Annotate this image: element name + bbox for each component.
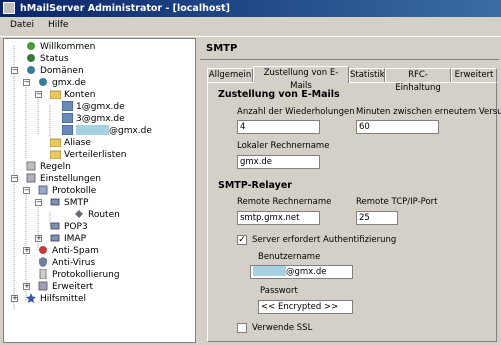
user-icon [61,124,74,136]
collapse-protocols-icon[interactable]: − [23,187,30,194]
folder-icon [49,89,62,100]
folder-icon [49,149,62,160]
tree-item-protocols[interactable]: Protokolle [38,185,96,197]
shield-icon [38,257,49,267]
routes-icon [74,209,85,219]
content-pane: SMTP Allgemein Zustellung von E-Mails St… [200,38,501,343]
remote-host-field[interactable]: smtp.gmx.net [237,211,320,225]
tree-item-pop3[interactable]: POP3 [50,221,88,233]
username-field[interactable]: @gmx.de [250,265,353,279]
advanced-icon [38,281,49,291]
logging-icon [38,268,49,280]
retries-field[interactable]: 4 [237,120,320,134]
remote-port-field[interactable]: 25 [356,211,398,225]
status-icon [26,53,37,63]
tree-item-domains[interactable]: Domänen [26,65,84,77]
expand-antispam-icon[interactable]: + [23,247,30,254]
redacted-username [253,266,286,276]
username-label: Benutzername [258,252,321,262]
tab-panel: Zustellung von E-Mails Anzahl der Wieder… [207,82,501,342]
tree-item-logging[interactable]: Protokollierung [38,268,120,281]
tree-item-account-2[interactable]: 3@gmx.de [61,112,125,125]
user-icon [61,100,74,112]
tree-item-account-3[interactable]: @gmx.de [61,124,152,137]
tab-general[interactable]: Allgemein [207,68,253,82]
navigation-tree[interactable]: Willkommen Status − Domänen − gmx.de − K… [3,38,196,343]
settings-icon [26,173,37,183]
user-icon [61,112,74,124]
local-hostname-field[interactable]: gmx.de [237,155,320,169]
tree-item-domain[interactable]: gmx.de [38,77,86,89]
tree-item-imap[interactable]: IMAP [50,233,86,245]
tree-item-rules[interactable]: Regeln [26,161,71,173]
tab-delivery[interactable]: Zustellung von E-Mails [253,66,349,91]
tree-item-status[interactable]: Status [26,53,69,65]
folder-icon [49,137,62,148]
app-icon [3,2,15,14]
smtp-icon [50,197,61,207]
expand-tools-icon[interactable]: + [11,295,18,302]
tree-item-routes[interactable]: Routen [74,209,120,221]
collapse-smtp-icon[interactable]: − [35,199,42,206]
tree-item-antivirus[interactable]: Anti-Virus [38,257,95,269]
tree-item-welcome[interactable]: Willkommen [26,41,95,53]
collapse-accounts-icon[interactable]: − [35,91,42,98]
tree-item-antispam[interactable]: Anti-Spam [38,245,99,257]
collapse-domain-icon[interactable]: − [23,79,30,86]
relayer-section-title: SMTP-Relayer [218,180,292,191]
imap-icon [50,233,61,243]
delivery-section-title: Zustellung von E-Mails [218,89,340,100]
tab-rfc-compliance[interactable]: RFC-Einhaltung [385,68,451,93]
auth-required-label: Server erfordert Authentifizierung [252,235,397,245]
window-title: hMailServer Administrator - [localhost] [20,3,230,14]
collapse-domains-icon[interactable]: − [11,67,18,74]
antispam-icon [38,245,49,255]
tree-item-account-1[interactable]: 1@gmx.de [61,100,125,113]
tree-item-tools[interactable]: Hilfsmittel [26,293,86,305]
remote-host-label: Remote Rechnername [237,197,332,207]
globe-icon [26,65,37,75]
tab-advanced[interactable]: Erweitert [451,68,497,82]
tree-item-distribution-lists[interactable]: Verteilerlisten [49,149,126,161]
remote-port-label: Remote TCP/IP-Port [356,197,438,207]
pop3-icon [50,221,61,231]
use-ssl-checkbox[interactable] [237,323,247,333]
tab-statistics[interactable]: Statistik [349,68,385,82]
retries-label: Anzahl der Wiederholungen [237,107,355,117]
protocols-icon [38,185,49,195]
password-label: Passwort [260,286,298,296]
menu-file[interactable]: Datei [10,20,34,30]
tree-item-advanced[interactable]: Erweitert [38,281,93,293]
expand-advanced-icon[interactable]: + [23,283,30,290]
retry-minutes-field[interactable]: 60 [356,120,439,134]
title-bar: hMailServer Administrator - [localhost] [0,0,501,17]
use-ssl-label: Verwende SSL [252,323,313,333]
retry-minutes-label: Minuten zwischen erneutem Versuch [356,107,501,117]
auth-required-checkbox[interactable]: ✓ [237,235,247,245]
local-hostname-label: Lokaler Rechnername [237,141,330,151]
redacted-name [76,125,109,135]
page-title: SMTP [200,38,499,60]
password-field[interactable]: << Encrypted >> [258,300,353,314]
rules-icon [26,161,37,171]
globe-icon [26,41,37,51]
star-icon [26,293,37,303]
tree-item-settings[interactable]: Einstellungen [26,173,101,185]
collapse-settings-icon[interactable]: − [11,175,18,182]
tree-item-accounts[interactable]: Konten [49,89,95,101]
menu-bar: Datei Hilfe [0,17,501,37]
tree-item-smtp[interactable]: SMTP [50,197,88,209]
menu-help[interactable]: Hilfe [48,20,68,30]
globe-icon [38,77,49,87]
tree-item-aliases[interactable]: Aliase [49,137,91,149]
expand-imap-icon[interactable]: + [35,235,42,242]
